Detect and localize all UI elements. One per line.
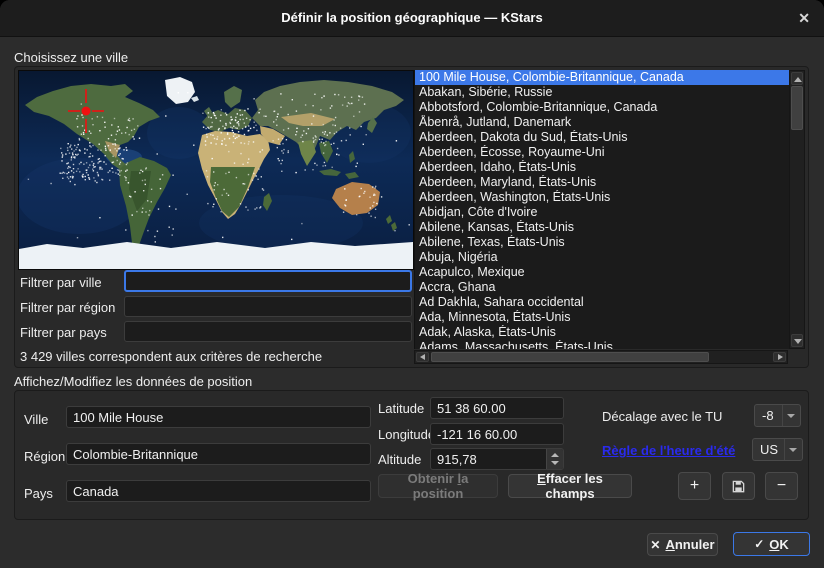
- horizontal-scrollbar-thumb[interactable]: [431, 352, 709, 362]
- vertical-scrollbar-thumb[interactable]: [791, 86, 803, 130]
- window-close-icon[interactable]: ✕: [798, 0, 810, 36]
- longitude-label: Longitude: [378, 427, 435, 442]
- country-field-label: Pays: [24, 486, 53, 501]
- latitude-label: Latitude: [378, 401, 424, 416]
- region-field[interactable]: [66, 443, 371, 465]
- ut-offset-label: Décalage avec le TU: [602, 409, 722, 424]
- get-position-label: Obtenir la position: [387, 471, 489, 501]
- filter-city-label: Filtrer par ville: [20, 275, 102, 290]
- latitude-field[interactable]: [430, 397, 564, 419]
- list-item[interactable]: Abbotsford, Colombie-Britannique, Canada: [415, 100, 789, 115]
- scroll-left-button[interactable]: [416, 352, 429, 362]
- geographic-position-dialog: Définir la position géographique — KStar…: [0, 0, 824, 568]
- save-icon: [731, 479, 746, 494]
- ut-offset-value: -8: [762, 405, 774, 426]
- titlebar[interactable]: Définir la position géographique — KStar…: [0, 0, 824, 37]
- filter-country-input[interactable]: [124, 321, 412, 342]
- plus-icon: +: [690, 477, 699, 495]
- altitude-field[interactable]: [430, 448, 564, 470]
- list-item[interactable]: Accra, Ghana: [415, 280, 789, 295]
- scroll-down-button[interactable]: [791, 334, 803, 347]
- list-item[interactable]: Acapulco, Mexique: [415, 265, 789, 280]
- world-map-image: [19, 71, 413, 269]
- filter-region-input[interactable]: [124, 296, 412, 317]
- arrow-down-icon: [794, 339, 802, 344]
- list-item[interactable]: Aberdeen, Écosse, Royaume-Uni: [415, 145, 789, 160]
- choose-city-label: Choisissez une ville: [14, 50, 128, 65]
- combo-arrow-zone: [782, 405, 800, 426]
- list-item[interactable]: Abidjan, Côte d'Ivoire: [415, 205, 789, 220]
- window-title: Définir la position géographique — KStar…: [0, 0, 824, 36]
- filter-city-input[interactable]: [124, 270, 412, 292]
- clear-fields-button[interactable]: Effacer les champs: [508, 474, 632, 498]
- dst-rule-value: US: [760, 439, 778, 460]
- longitude-field[interactable]: [430, 423, 564, 445]
- ok-button[interactable]: ✓ OK: [733, 532, 810, 556]
- list-item[interactable]: Abilene, Kansas, États-Unis: [415, 220, 789, 235]
- list-item[interactable]: Aberdeen, Idaho, États-Unis: [415, 160, 789, 175]
- save-city-button[interactable]: [722, 472, 755, 500]
- list-item[interactable]: Adams, Massachusetts, États-Unis: [415, 340, 789, 349]
- cancel-x-icon: ✕: [650, 538, 660, 552]
- screen: Définir la position géographique — KStar…: [0, 0, 824, 568]
- scroll-up-button[interactable]: [791, 72, 803, 85]
- ut-offset-combobox[interactable]: -8: [754, 404, 801, 427]
- arrow-up-icon: [794, 77, 802, 82]
- list-item[interactable]: Åbenrå, Jutland, Danemark: [415, 115, 789, 130]
- list-item[interactable]: Aberdeen, Maryland, États-Unis: [415, 175, 789, 190]
- dst-rule-combobox[interactable]: US: [752, 438, 803, 461]
- city-list[interactable]: 100 Mile House, Colombie-Britannique, Ca…: [414, 70, 789, 349]
- minus-icon: −: [777, 477, 786, 495]
- world-map[interactable]: [18, 70, 414, 270]
- list-item[interactable]: Ad Dakhla, Sahara occidental: [415, 295, 789, 310]
- match-count-text: 3 429 villes correspondent aux critères …: [20, 349, 322, 364]
- get-position-button[interactable]: Obtenir la position: [378, 474, 498, 498]
- list-item[interactable]: Aberdeen, Washington, États-Unis: [415, 190, 789, 205]
- clear-fields-label: Effacer les champs: [517, 471, 623, 501]
- add-city-button[interactable]: +: [678, 472, 711, 500]
- ok-label: OK: [769, 537, 789, 552]
- city-list-horizontal-scrollbar[interactable]: [414, 350, 788, 364]
- chevron-down-icon: [787, 414, 795, 418]
- arrow-right-icon: [778, 354, 783, 360]
- dst-rule-link[interactable]: Règle de l'heure d'été: [602, 443, 735, 458]
- check-icon: ✓: [754, 537, 764, 551]
- altitude-label: Altitude: [378, 452, 421, 467]
- filter-country-label: Filtrer par pays: [20, 325, 107, 340]
- list-item[interactable]: Aberdeen, Dakota du Sud, États-Unis: [415, 130, 789, 145]
- region-field-label: Région: [24, 449, 65, 464]
- chevron-down-icon: [789, 448, 797, 452]
- filter-region-label: Filtrer par région: [20, 300, 115, 315]
- list-item[interactable]: 100 Mile House, Colombie-Britannique, Ca…: [415, 70, 789, 85]
- list-item[interactable]: Abakan, Sibérie, Russie: [415, 85, 789, 100]
- city-field-label: Ville: [24, 412, 48, 427]
- arrow-left-icon: [420, 354, 425, 360]
- remove-city-button[interactable]: −: [765, 472, 798, 500]
- list-item[interactable]: Ada, Minnesota, États-Unis: [415, 310, 789, 325]
- altitude-spinner[interactable]: [546, 449, 563, 469]
- spin-up-icon[interactable]: [551, 453, 559, 457]
- scroll-right-button[interactable]: [773, 352, 786, 362]
- list-item[interactable]: Abilene, Texas, États-Unis: [415, 235, 789, 250]
- position-data-label: Affichez/Modifiez les données de positio…: [14, 374, 252, 389]
- list-item[interactable]: Abuja, Nigéria: [415, 250, 789, 265]
- cancel-label: Annuler: [665, 537, 714, 552]
- city-field[interactable]: [66, 406, 371, 428]
- spin-down-icon[interactable]: [551, 461, 559, 465]
- combo-arrow-zone: [784, 439, 802, 460]
- cancel-button[interactable]: ✕ Annuler: [647, 533, 718, 556]
- city-list-vertical-scrollbar[interactable]: [789, 70, 805, 349]
- list-item[interactable]: Adak, Alaska, États-Unis: [415, 325, 789, 340]
- country-field[interactable]: [66, 480, 371, 502]
